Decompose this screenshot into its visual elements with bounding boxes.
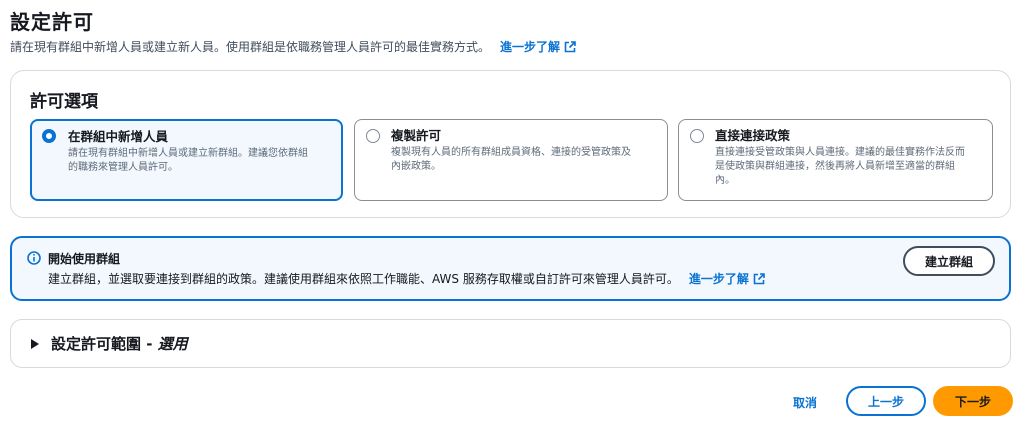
option-title: 直接連接政策: [715, 128, 791, 143]
previous-button[interactable]: 上一步: [846, 386, 926, 416]
option-desc-line: 的職務來管理人員許可。: [68, 162, 178, 173]
next-button[interactable]: 下一步: [933, 386, 1013, 416]
option-description: 請在現有群組中新增人員或建立新群組。建議您依群組 的職務來管理人員許可。: [68, 147, 329, 175]
optional-label: 選用: [157, 335, 188, 353]
cancel-button[interactable]: 取消: [793, 394, 817, 411]
create-group-button[interactable]: 建立群組: [903, 246, 995, 276]
boundary-title-text: 設定許可範圍 -: [51, 335, 158, 353]
info-alert: 開始使用群組 建立群組，並選取要連接到群組的政策。建議使用群組來依照工作職能、A…: [10, 236, 1011, 301]
option-desc-line: 直接連接受管政策與人員連接。建議的最佳實務作法反而: [715, 147, 965, 158]
info-learn-more-link[interactable]: 進一步了解: [689, 270, 765, 287]
learn-more-link[interactable]: 進一步了解: [500, 38, 576, 55]
option-attach-policies[interactable]: 直接連接政策 直接連接受管政策與人員連接。建議的最佳實務作法反而 是使政策與群組…: [678, 119, 993, 201]
permission-options-title: 許可選項: [30, 92, 98, 112]
option-desc-line: 複製現有人員的所有群組成員資格、連接的受管政策及: [391, 147, 631, 158]
info-icon: [27, 251, 41, 265]
permissions-boundary-expander[interactable]: 設定許可範圍 - 選用: [10, 319, 1011, 368]
option-description: 複製現有人員的所有群組成員資格、連接的受管政策及 內嵌政策。: [391, 146, 655, 174]
info-alert-text: 建立群組，並選取要連接到群組的政策。建議使用群組來依照工作職能、AWS 服務存取…: [48, 272, 679, 286]
option-description: 直接連接受管政策與人員連接。建議的最佳實務作法反而 是使政策與群組連接，然後再將…: [715, 146, 980, 188]
radio-copy-permissions[interactable]: [366, 129, 380, 143]
external-link-icon: [753, 272, 765, 284]
external-link-icon: [564, 40, 576, 52]
option-desc-line: 內。: [715, 175, 735, 186]
option-desc-line: 是使政策與群組連接，然後再將人員新增至適當的群組: [715, 161, 955, 172]
option-desc-line: 內嵌政策。: [391, 161, 441, 172]
learn-more-label: 進一步了解: [500, 40, 561, 54]
permissions-boundary-title: 設定許可範圍 - 選用: [51, 333, 188, 354]
option-add-to-group[interactable]: 在群組中新增人員 請在現有群組中新增人員或建立新群組。建議您依群組 的職務來管理…: [30, 119, 343, 201]
option-title: 複製許可: [391, 128, 442, 143]
caret-right-icon: [31, 338, 39, 349]
option-desc-line: 請在現有群組中新增人員或建立新群組。建議您依群組: [68, 148, 308, 159]
radio-add-to-group[interactable]: [42, 129, 56, 143]
option-copy-permissions[interactable]: 複製許可 複製現有人員的所有群組成員資格、連接的受管政策及 內嵌政策。: [354, 119, 668, 201]
radio-attach-policies[interactable]: [690, 129, 704, 143]
page-description-text: 請在現有群組中新增人員或建立新人員。使用群組是依職務管理人員許可的最佳實務方式。: [10, 40, 491, 54]
info-alert-body: 建立群組，並選取要連接到群組的政策。建議使用群組來依照工作職能、AWS 服務存取…: [48, 270, 765, 287]
page-description: 請在現有群組中新增人員或建立新人員。使用群組是依職務管理人員許可的最佳實務方式。…: [10, 38, 576, 55]
option-title: 在群組中新增人員: [68, 129, 169, 144]
permission-options-panel: 許可選項 在群組中新增人員 請在現有群組中新增人員或建立新群組。建議您依群組 的…: [10, 70, 1011, 218]
info-alert-title: 開始使用群組: [48, 252, 121, 266]
info-learn-more-label: 進一步了解: [688, 272, 749, 286]
page-title: 設定許可: [10, 10, 94, 34]
